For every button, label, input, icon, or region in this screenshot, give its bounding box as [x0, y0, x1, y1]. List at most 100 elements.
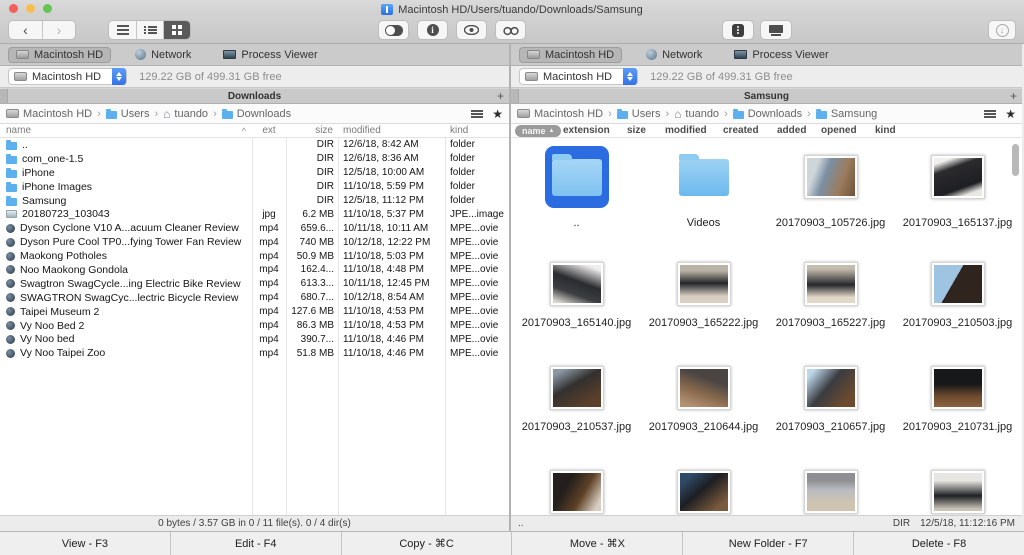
- table-row[interactable]: SamsungDIR12/5/18, 11:12 PMfolder: [0, 194, 509, 208]
- view-detail-button[interactable]: [136, 21, 163, 39]
- device-tab-network[interactable]: Network: [127, 47, 199, 63]
- column-opened[interactable]: opened: [821, 125, 857, 136]
- grid-item[interactable]: 20170903_105726.jpg: [767, 142, 894, 256]
- grid-item[interactable]: 20170908_141432.jpg: [894, 464, 1021, 515]
- grid-item[interactable]: 20170903_210503.jpg: [894, 256, 1021, 360]
- table-row[interactable]: Taipei Museum 2mp4127.6 MB11/10/18, 4:53…: [0, 305, 509, 319]
- grid-item[interactable]: 20170903_210657.jpg: [767, 360, 894, 464]
- column-extension[interactable]: extension: [563, 125, 610, 136]
- grid-item[interactable]: 20170903_210731.jpg: [894, 360, 1021, 464]
- table-row[interactable]: Noo Maokong Gondolamp4162.4...11/10/18, …: [0, 263, 509, 277]
- table-row[interactable]: Vy Noo Bed 2mp486.3 MB11/10/18, 4:53 PMM…: [0, 319, 509, 333]
- toggle-icon: [385, 25, 403, 36]
- preview-button[interactable]: [456, 20, 487, 40]
- grid-item[interactable]: 20170903_165137.jpg: [894, 142, 1021, 256]
- grid-item[interactable]: 20170903_210753.jpg: [513, 464, 640, 515]
- edit-button[interactable]: Edit - F4: [170, 532, 341, 555]
- info-button[interactable]: i: [417, 20, 448, 40]
- table-row[interactable]: Dyson Pure Cool TP0...fying Tower Fan Re…: [0, 235, 509, 249]
- column-size[interactable]: size: [286, 125, 338, 136]
- archive-button[interactable]: [722, 20, 754, 40]
- column-ext[interactable]: ext: [252, 125, 286, 136]
- table-row[interactable]: Vy Noo bedmp4390.7...11/10/18, 4:46 PMMP…: [0, 332, 509, 346]
- breadcrumb-item[interactable]: Users: [617, 108, 661, 120]
- delete-button[interactable]: Delete - F8: [853, 532, 1024, 555]
- device-tab-network[interactable]: Network: [638, 47, 710, 63]
- toggle-hidden-button[interactable]: [378, 20, 409, 40]
- drive-selector-right[interactable]: Macintosh HD: [519, 68, 638, 85]
- column-size[interactable]: size: [627, 125, 646, 136]
- view-button[interactable]: View - F3: [0, 532, 170, 555]
- grid-item[interactable]: 20170908_141414.jpg: [767, 464, 894, 515]
- column-kind[interactable]: kind: [875, 125, 896, 136]
- copy-button[interactable]: Copy - ⌘C: [341, 532, 512, 555]
- breadcrumb-item[interactable]: Macintosh HD: [6, 108, 92, 120]
- new-tab-button[interactable]: +: [1010, 89, 1017, 104]
- view-grid-button[interactable]: [163, 21, 190, 39]
- grid-item[interactable]: 20170903_210537.jpg: [513, 360, 640, 464]
- close-button[interactable]: [9, 4, 18, 13]
- grid-item[interactable]: 20170903_165140.jpg: [513, 256, 640, 360]
- minimize-button[interactable]: [26, 4, 35, 13]
- table-row[interactable]: Vy Noo Taipei Zoomp451.8 MB11/10/18, 4:4…: [0, 346, 509, 360]
- folder-tab-left[interactable]: Downloads: [228, 91, 281, 102]
- breadcrumb-item[interactable]: ⌂tuando: [163, 108, 208, 120]
- file-kind: MPE...ovie: [445, 278, 509, 289]
- table-row[interactable]: ..DIR12/6/18, 8:42 AMfolder: [0, 138, 509, 152]
- table-row[interactable]: iPhoneDIR12/5/18, 10:00 AMfolder: [0, 166, 509, 180]
- path-menu-icon[interactable]: [984, 113, 996, 115]
- grid-item[interactable]: 20170903_210915.jpg: [640, 464, 767, 515]
- folder-icon: [6, 184, 17, 192]
- breadcrumb-item[interactable]: Samsung: [816, 108, 877, 120]
- forward-button[interactable]: ›: [42, 21, 75, 39]
- column-name[interactable]: name▲: [515, 125, 561, 137]
- table-row[interactable]: Dyson Cyclone V10 A...acuum Cleaner Revi…: [0, 221, 509, 235]
- device-tab-label: Network: [151, 49, 191, 61]
- move-button[interactable]: Move - ⌘X: [511, 532, 682, 555]
- breadcrumb-label: Macintosh HD: [534, 108, 603, 120]
- zoom-button[interactable]: [43, 4, 52, 13]
- table-row[interactable]: Swagtron SwagCycle...ing Electric Bike R…: [0, 277, 509, 291]
- device-tab-process-viewer[interactable]: Process Viewer: [726, 47, 836, 63]
- breadcrumb-item[interactable]: Users: [106, 108, 150, 120]
- back-button[interactable]: ‹: [9, 21, 42, 39]
- column-kind[interactable]: kind: [445, 125, 509, 136]
- drive-stepper[interactable]: [623, 68, 637, 85]
- grid-item[interactable]: 20170903_165227.jpg: [767, 256, 894, 360]
- view-list-button[interactable]: [109, 21, 136, 39]
- new-tab-button[interactable]: +: [497, 89, 504, 104]
- favorite-star-icon[interactable]: ★: [1005, 109, 1016, 119]
- grid-item[interactable]: ..: [513, 142, 640, 256]
- column-modified[interactable]: modified: [665, 125, 707, 136]
- network-connect-button[interactable]: [760, 20, 792, 40]
- table-row[interactable]: SWAGTRON SwagCyc...lectric Bicycle Revie…: [0, 291, 509, 305]
- device-tab-process-viewer[interactable]: Process Viewer: [215, 47, 325, 63]
- search-button[interactable]: [495, 20, 526, 40]
- file-size: 6.2 MB: [286, 209, 338, 220]
- folder-tab-right[interactable]: Samsung: [744, 91, 789, 102]
- column-created[interactable]: created: [723, 125, 759, 136]
- column-name[interactable]: name^: [0, 125, 252, 136]
- new-folder-button[interactable]: New Folder - F7: [682, 532, 853, 555]
- scrollbar-thumb[interactable]: [1012, 144, 1019, 176]
- drive-stepper[interactable]: [112, 68, 126, 85]
- column-added[interactable]: added: [777, 125, 806, 136]
- column-modified[interactable]: modified: [338, 125, 445, 136]
- drive-selector-left[interactable]: Macintosh HD: [8, 68, 127, 85]
- table-row[interactable]: Maokong Potholesmp450.9 MB11/10/18, 5:03…: [0, 249, 509, 263]
- table-row[interactable]: 20180723_103043jpg6.2 MB11/10/18, 5:37 P…: [0, 207, 509, 221]
- breadcrumb-item[interactable]: Macintosh HD: [517, 108, 603, 120]
- table-row[interactable]: iPhone ImagesDIR11/10/18, 5:59 PMfolder: [0, 180, 509, 194]
- breadcrumb-item[interactable]: Downloads: [733, 108, 802, 120]
- grid-item[interactable]: 20170903_165222.jpg: [640, 256, 767, 360]
- breadcrumb-item[interactable]: Downloads: [222, 108, 291, 120]
- device-tab-macintosh-hd[interactable]: Macintosh HD: [519, 47, 622, 63]
- device-tab-macintosh-hd[interactable]: Macintosh HD: [8, 47, 111, 63]
- grid-item[interactable]: Videos: [640, 142, 767, 256]
- grid-item[interactable]: 20170903_210644.jpg: [640, 360, 767, 464]
- breadcrumb-item[interactable]: ⌂tuando: [674, 108, 719, 120]
- path-menu-icon[interactable]: [471, 113, 483, 115]
- downloads-queue-button[interactable]: ↓: [988, 20, 1016, 40]
- table-row[interactable]: com_one-1.5DIR12/6/18, 8:36 AMfolder: [0, 152, 509, 166]
- favorite-star-icon[interactable]: ★: [492, 109, 503, 119]
